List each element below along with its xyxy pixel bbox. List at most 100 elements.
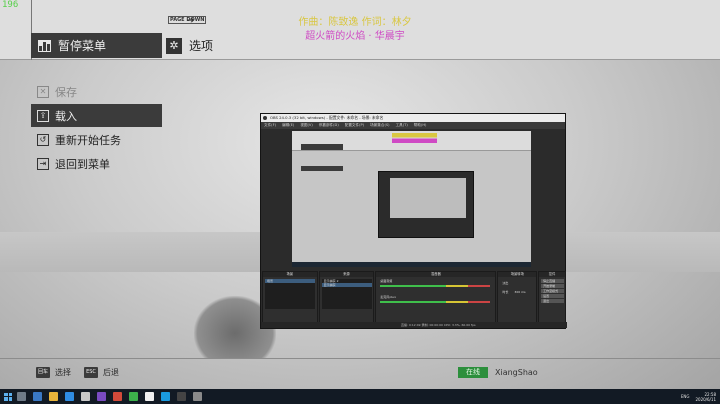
restart-icon: ↺: [37, 133, 49, 146]
mixer-dock: 混音器 桌面音频 麦克风/Aux: [375, 271, 497, 323]
menu-item-label: 重新开始任务: [55, 133, 121, 147]
dock-title: 来源: [319, 272, 374, 277]
settings-button[interactable]: 设置: [541, 294, 565, 298]
menu-item-restart[interactable]: ↺ 重新开始任务: [31, 128, 162, 151]
exit-icon: ⇥: [37, 157, 49, 170]
obs-title-bar: OBS 24.0.3 (32 bit, windows) - 配置文件: 未命名…: [261, 114, 565, 122]
tray-language[interactable]: ENG: [681, 394, 690, 399]
preview-menu-item: [301, 178, 343, 183]
stop-stream-button[interactable]: 停止直播: [541, 279, 565, 283]
menu-item-exit[interactable]: ⇥ 退回到菜单: [31, 152, 162, 175]
tab-pause-menu[interactable]: 暂停菜单: [31, 33, 162, 58]
app-icon[interactable]: [145, 392, 154, 401]
obs-menu-item: 文件(F): [264, 123, 277, 127]
source-list: 显示捕获 2 显示捕获: [321, 279, 372, 309]
mixer-meter: [380, 285, 491, 287]
mixer-meter: [380, 301, 491, 303]
menu-item-label: 保存: [55, 85, 77, 99]
dock-title: 场景转场: [498, 272, 537, 277]
preview-nested-obs: [378, 171, 474, 238]
hint-back[interactable]: ESC 后退: [84, 367, 119, 378]
fps-counter: 196: [2, 0, 19, 10]
obs-menu-item: 帮助(H): [413, 123, 427, 127]
enter-key: 回车: [36, 367, 51, 378]
studio-mode-button[interactable]: 工作室模式: [541, 289, 565, 293]
mixer-track-label: 麦克风/Aux: [380, 295, 396, 299]
obs-menu-item: 场景集合(S): [370, 123, 390, 127]
app-icon[interactable]: [113, 392, 122, 401]
obs-menu-item: 配置文件(P): [344, 123, 365, 127]
transition-select[interactable]: 淡出: [500, 281, 508, 285]
footer-divider: [0, 358, 720, 359]
app-icon[interactable]: [97, 392, 106, 401]
obs-icon[interactable]: [177, 392, 186, 401]
preview-taskbar: [292, 262, 531, 267]
transitions-dock: 场景转场 淡出 时长 300 ms: [497, 271, 538, 323]
obs-menu-bar: 文件(F) 编辑(E) 视图(V) 停靠部件(D) 配置文件(P) 场景集合(S…: [261, 122, 565, 129]
menu-item-label: 退回到菜单: [55, 157, 110, 171]
menu-item-label: 载入: [55, 109, 77, 123]
task-view-icon[interactable]: [33, 392, 42, 401]
app-icon[interactable]: [129, 392, 138, 401]
clock[interactable]: 22:58 2020/6/11: [695, 392, 716, 402]
browser-icon[interactable]: [65, 392, 74, 401]
preview-menu-item: [301, 160, 343, 165]
hint-select: 回车 选择: [36, 367, 71, 378]
duration-label: 时长: [502, 290, 509, 294]
controls-dock: 控件 停止直播 开始录制 工作室模式 设置 退出: [538, 271, 566, 323]
menu-item-save[interactable]: ✕ 保存: [31, 80, 162, 103]
start-recording-button[interactable]: 开始录制: [541, 284, 565, 288]
preview-credits: [392, 133, 437, 143]
preview-menu-item: [301, 166, 343, 171]
gear-icon: ✲: [166, 37, 182, 54]
bar-chart-icon: [38, 39, 51, 52]
obs-preview: [292, 131, 531, 267]
source-row[interactable]: 显示捕获: [321, 283, 372, 287]
system-tray: ENG 22:58 2020/6/11: [681, 389, 716, 404]
preview-pause-tab: [301, 144, 343, 150]
credits-line-2: 超火箭的火焰 · 华晨宇: [305, 31, 405, 42]
song-credits: 作曲：陈致逸 作词：林夕 超火箭的火焰 · 华晨宇: [240, 16, 470, 44]
app-icon[interactable]: [161, 392, 170, 401]
duration-value[interactable]: 300 ms: [512, 290, 525, 294]
pause-menu-list: ✕ 保存 ⇪ 载入 ↺ 重新开始任务 ⇥ 退回到菜单: [31, 80, 162, 176]
credits-line-1: 作曲：陈致逸 作词：林夕: [298, 17, 412, 28]
arrow-right-icon: ➔: [187, 16, 195, 26]
scene-list: 场景: [265, 279, 315, 309]
exit-button[interactable]: 退出: [541, 299, 565, 303]
tab-pause-menu-label: 暂停菜单: [58, 39, 107, 53]
obs-menu-item: 工具(T): [395, 123, 408, 127]
clock-date: 2020/6/11: [695, 396, 716, 402]
menu-item-load[interactable]: ⇪ 载入: [31, 104, 162, 127]
scene-row[interactable]: 场景: [265, 279, 315, 283]
tab-options-label: 选项: [189, 39, 214, 53]
windows-taskbar: ENG 22:58 2020/6/11: [0, 389, 720, 404]
app-icon[interactable]: [81, 392, 90, 401]
scenes-dock: 场景 场景: [262, 271, 318, 323]
preview-menu-bar: [292, 131, 531, 151]
obs-window-capture: OBS 24.0.3 (32 bit, windows) - 配置文件: 未命名…: [260, 113, 567, 329]
obs-menu-item: 停靠部件(D): [318, 123, 339, 127]
file-explorer-icon[interactable]: [49, 392, 58, 401]
obs-status-bar: 直播: 0:12:49 录制: 00:00:00 CPU: 3.3%, 60.0…: [261, 322, 567, 328]
obs-menu-item: 视图(V): [300, 123, 313, 127]
preview-menu-item: [301, 172, 343, 177]
load-icon: ⇪: [37, 109, 49, 122]
sources-dock: 来源 显示捕获 2 显示捕获: [318, 271, 375, 323]
dock-title: 混音器: [376, 272, 496, 277]
hint-label: 选择: [55, 368, 72, 377]
dock-title: 场景: [263, 272, 317, 277]
save-icon: ✕: [37, 85, 49, 98]
search-icon[interactable]: [17, 392, 26, 401]
mixer-track-label: 桌面音频: [380, 279, 393, 283]
online-status-badge: 在线: [458, 367, 488, 378]
username: XiangShao: [495, 368, 538, 377]
tab-options[interactable]: ✲ 选项: [166, 34, 213, 57]
esc-key: ESC: [84, 367, 98, 378]
dock-title: 控件: [539, 272, 565, 277]
hint-label: 后退: [103, 368, 119, 377]
obs-docks: 场景 场景 来源 显示捕获 2 显示捕获 混音器 桌面音频 麦克风/Aux 场景…: [261, 271, 567, 323]
windows-start-icon[interactable]: [4, 392, 12, 401]
obs-menu-item: 编辑(E): [282, 123, 295, 127]
game-icon[interactable]: [193, 392, 202, 401]
